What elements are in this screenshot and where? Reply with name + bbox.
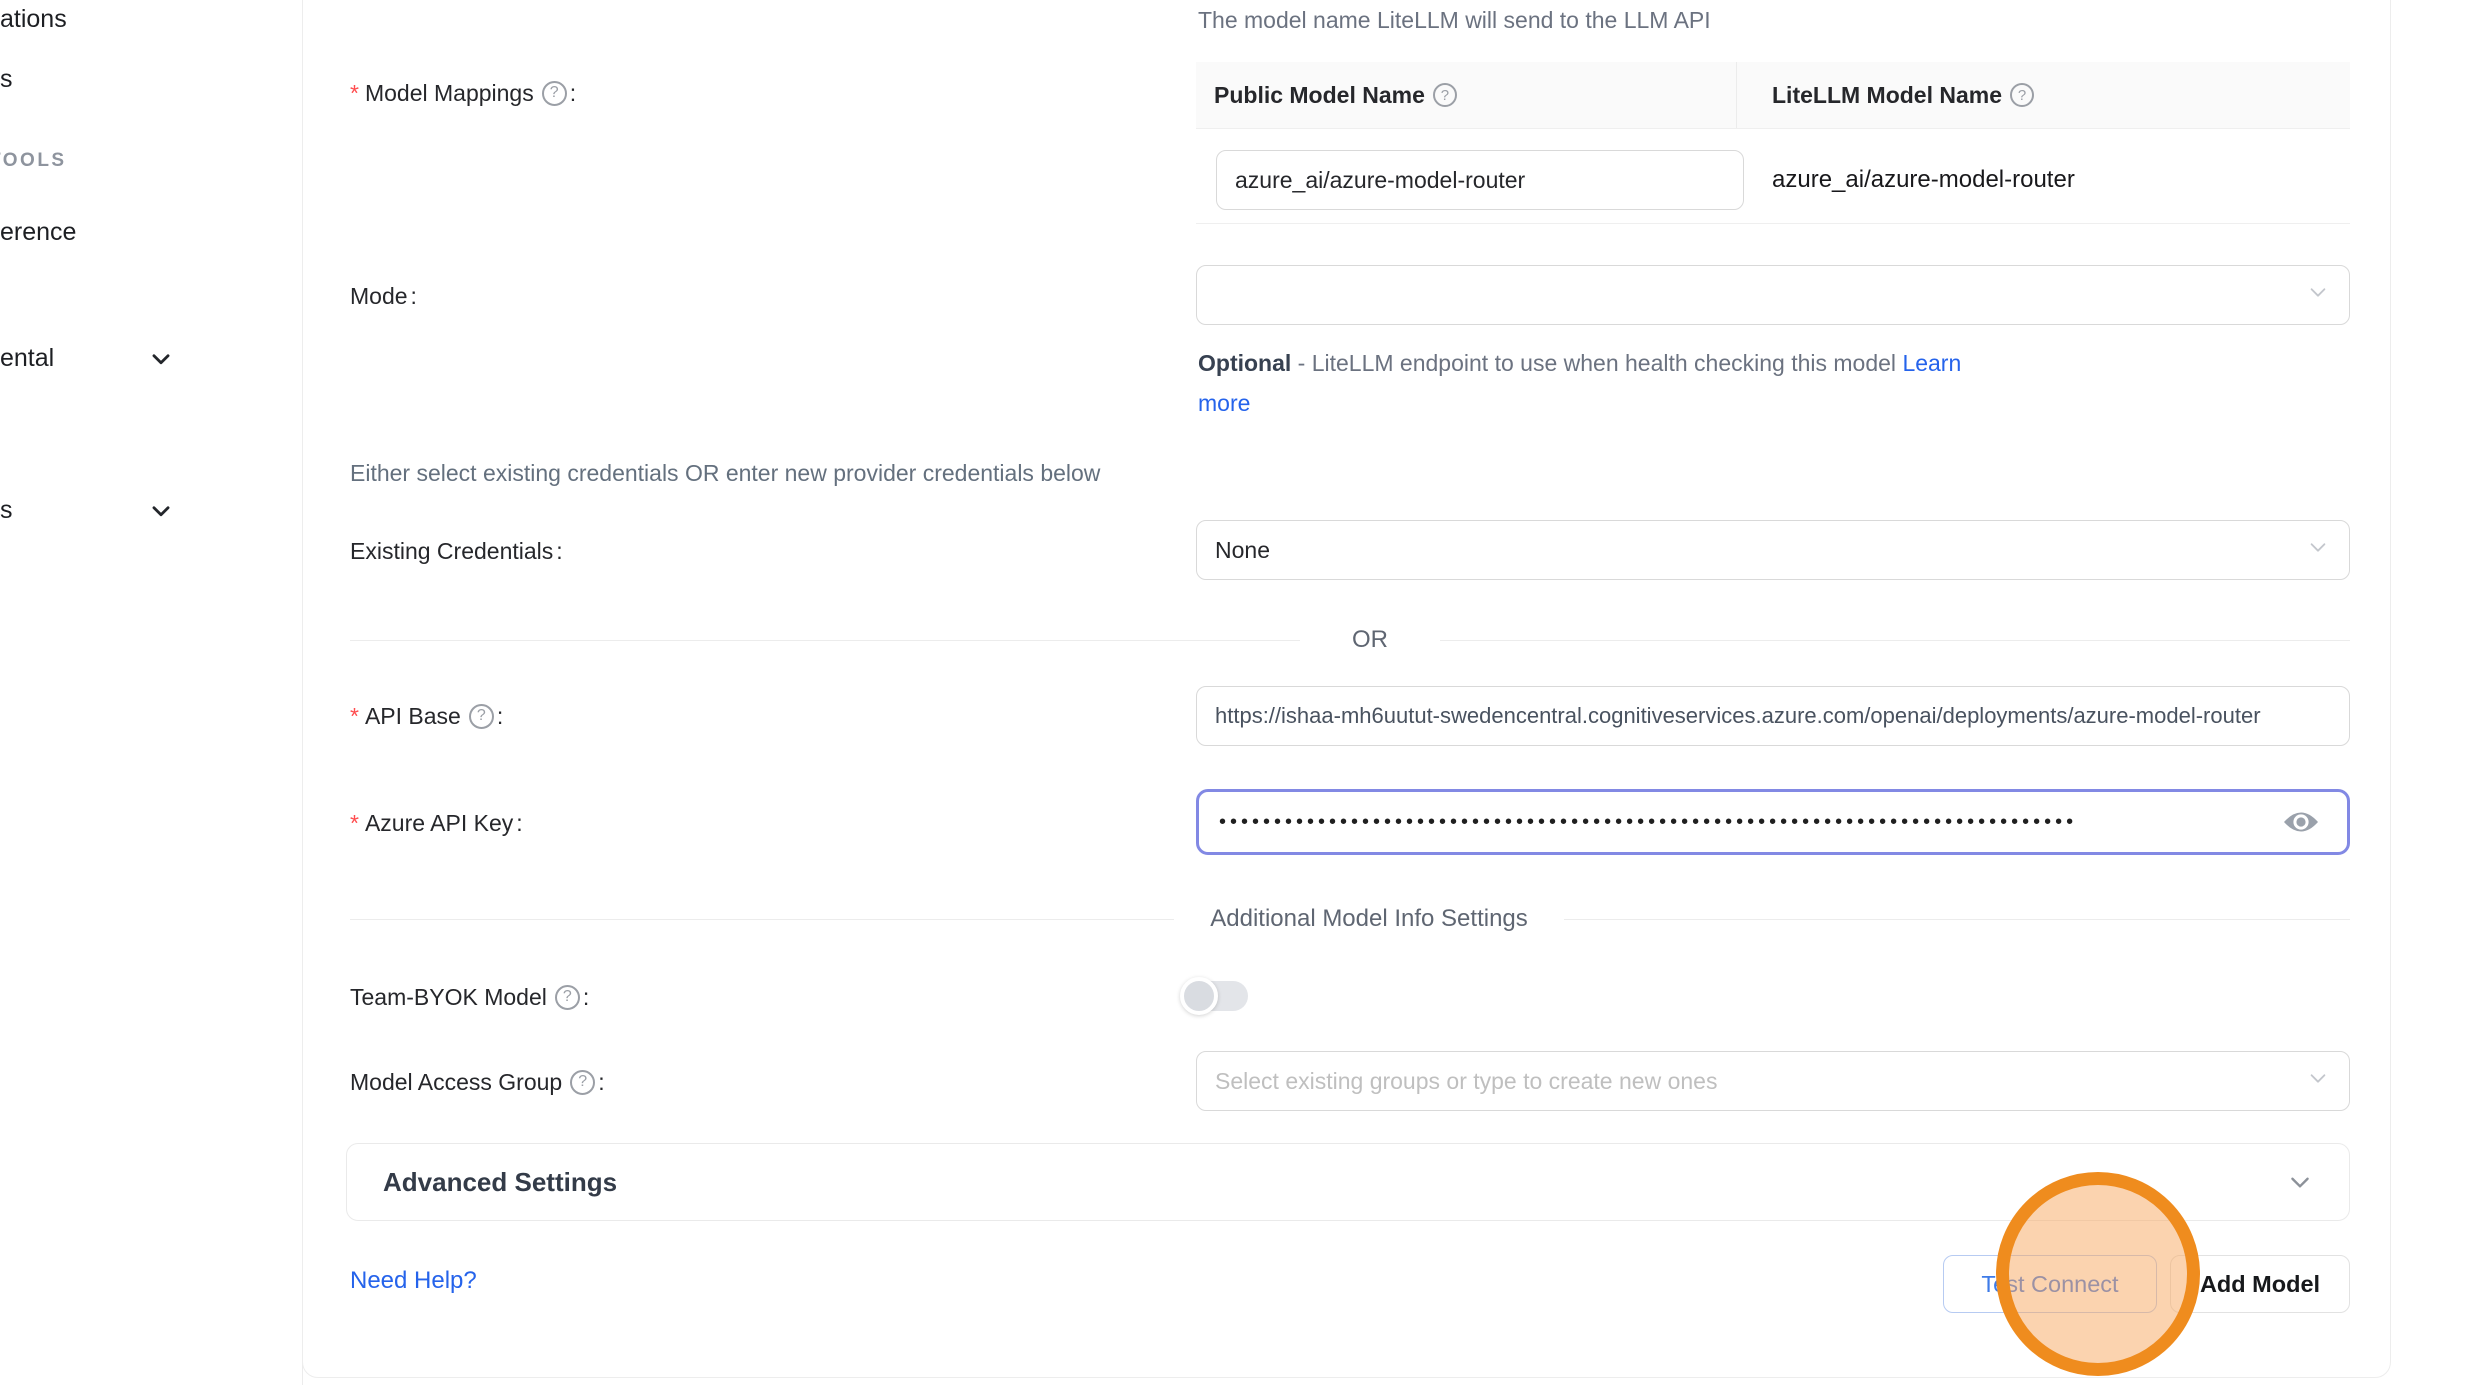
litellm-model-name-hint: The model name LiteLLM will send to the … [1198,3,1711,37]
chevron-down-icon [2307,281,2329,309]
sidebar-item-ental[interactable]: ental [0,341,54,375]
model-mappings-table-header: Public Model Name ? LiteLLM Model Name ? [1196,62,2350,129]
api-base-label: * API Base ? : [350,701,503,731]
mode-help-text: Optional - LiteLLM endpoint to use when … [1198,343,2028,423]
or-divider-line-right [1440,640,2350,641]
help-icon[interactable]: ? [555,985,580,1010]
eye-icon[interactable] [2283,808,2319,836]
api-base-input[interactable]: https://ishaa-mh6uutut-swedencentral.cog… [1196,686,2350,746]
click-annotation-ring [1996,1172,2200,1376]
model-mappings-label: * Model Mappings ? : [350,78,576,108]
table-bottom-divider [1196,223,2350,224]
sidebar: ations s TOOLS erence ental s [0,0,303,1385]
required-marker: * [350,810,359,837]
learn-more-link[interactable]: more [1198,390,1250,416]
help-icon[interactable]: ? [542,81,567,106]
info-divider-line-left [350,919,1174,920]
team-byok-label: Team-BYOK Model ? : [350,982,589,1012]
need-help-link[interactable]: Need Help? [350,1264,477,1298]
mode-label: Mode: [350,281,417,311]
learn-more-link[interactable]: Learn [1902,350,1961,376]
mode-select[interactable] [1196,265,2350,325]
required-marker: * [350,80,359,107]
chevron-down-icon[interactable] [148,498,174,529]
sidebar-item-ations[interactable]: ations [0,2,67,36]
info-divider-line-right [1564,919,2350,920]
help-icon[interactable]: ? [570,1070,595,1095]
chevron-down-icon [2307,1067,2329,1095]
or-divider-line-left [350,640,1300,641]
help-icon[interactable]: ? [2010,83,2034,107]
advanced-settings-title: Advanced Settings [383,1167,617,1198]
chevron-down-icon [2287,1169,2313,1195]
team-byok-toggle[interactable] [1184,981,1248,1011]
chevron-down-icon[interactable] [148,346,174,377]
help-icon[interactable]: ? [1433,83,1457,107]
model-access-group-select[interactable]: Select existing groups or type to create… [1196,1051,2350,1111]
public-model-name-input[interactable]: azure_ai/azure-model-router [1216,150,1744,210]
select-placeholder: Select existing groups or type to create… [1197,1068,1771,1095]
or-divider-text: OR [1300,623,1440,657]
azure-api-key-input[interactable]: ••••••••••••••••••••••••••••••••••••••••… [1196,789,2350,855]
sidebar-item-s[interactable]: s [0,62,13,96]
help-icon[interactable]: ? [469,704,494,729]
chevron-down-icon [2307,536,2329,564]
column-public-model-name: Public Model Name ? [1196,62,1736,128]
add-model-page: ations s TOOLS erence ental s The model … [0,0,2477,1385]
sidebar-item-s2[interactable]: s [0,493,13,527]
litellm-model-name-value: azure_ai/azure-model-router [1772,163,2075,197]
credentials-note: Either select existing credentials OR en… [350,456,1100,490]
column-litellm-model-name: LiteLLM Model Name ? [1736,62,2350,128]
model-access-group-label: Model Access Group ? : [350,1067,605,1097]
sidebar-item-erence[interactable]: erence [0,215,76,249]
toggle-knob [1180,977,1218,1015]
sidebar-section-tools: TOOLS [0,148,67,174]
azure-api-key-label: * Azure API Key : [350,808,523,838]
info-divider-text: Additional Model Info Settings [1174,902,1564,936]
existing-credentials-label: Existing Credentials: [350,536,563,566]
required-marker: * [350,703,359,730]
masked-password-value: ••••••••••••••••••••••••••••••••••••••••… [1199,811,2077,834]
existing-credentials-select[interactable]: None [1196,520,2350,580]
